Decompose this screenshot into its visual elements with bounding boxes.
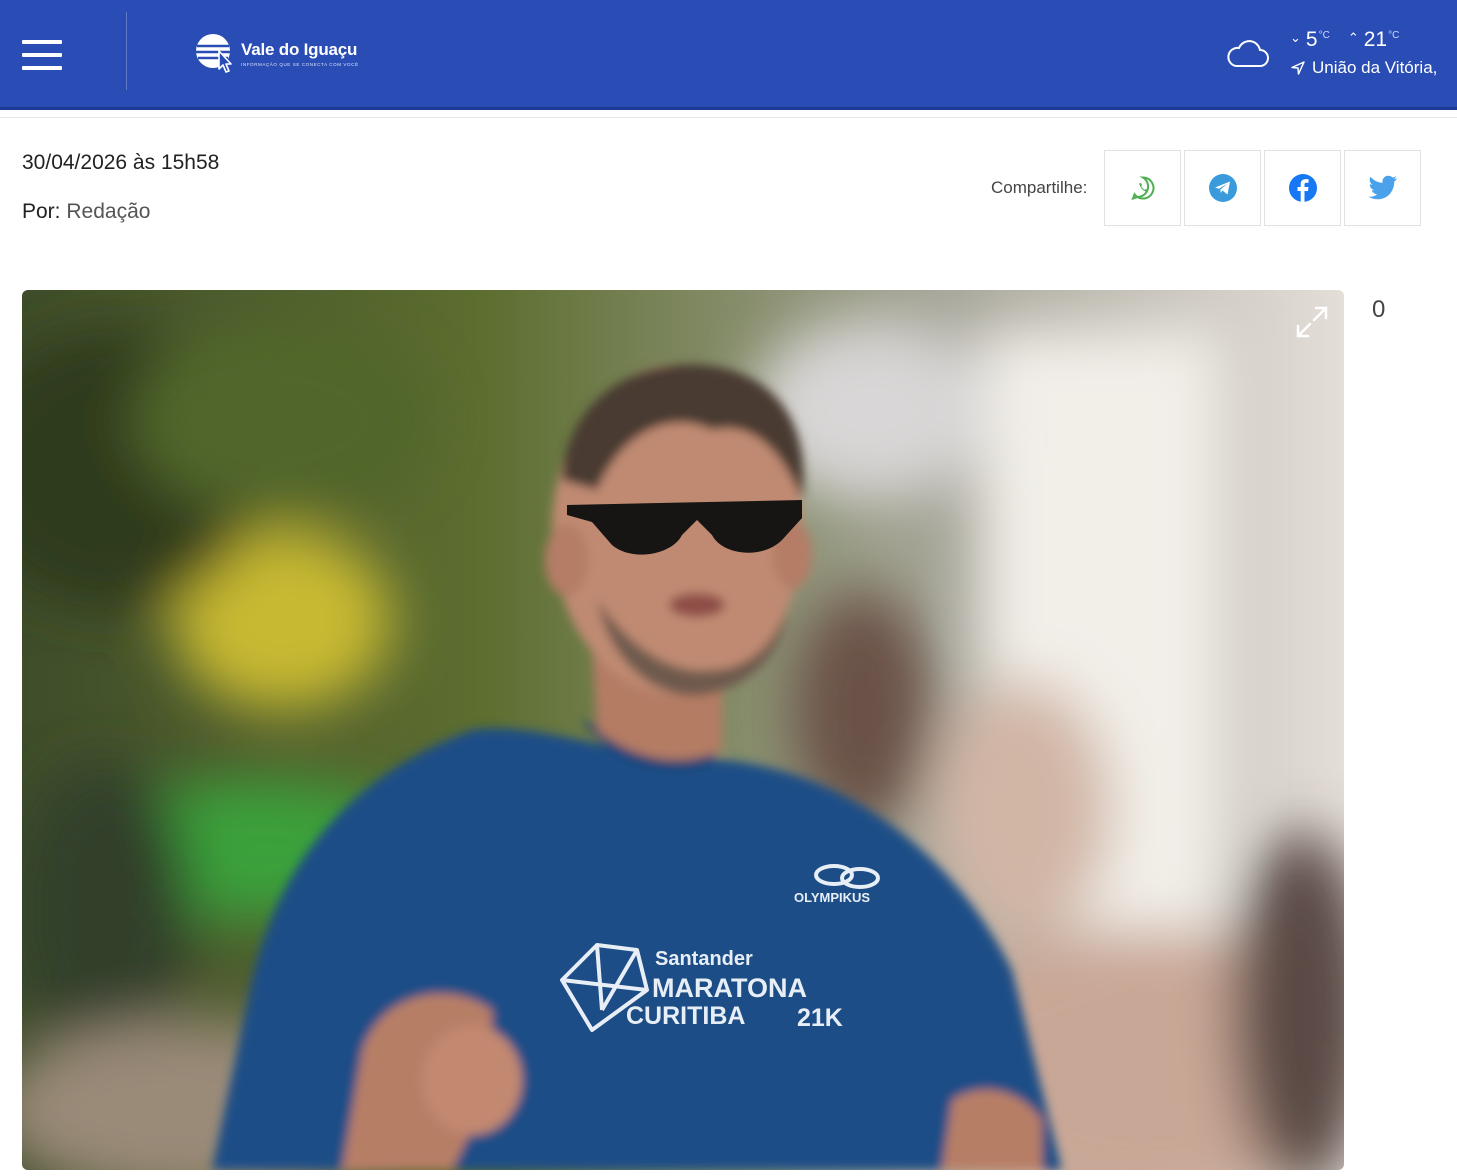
chevron-up-icon: ⌃ — [1347, 30, 1359, 45]
share-facebook-button[interactable] — [1264, 150, 1342, 226]
author-label: Por: — [22, 200, 61, 223]
logo-tagline: INFORMAÇÃO QUE SE CONECTA COM VOCÊ — [241, 61, 359, 67]
author-name: Redação — [66, 200, 151, 223]
share-twitter-button[interactable] — [1344, 150, 1422, 226]
article-date: 30/04/2026 às 15h58 — [22, 151, 220, 174]
chevron-down-icon: ⌄ — [1290, 30, 1301, 45]
location-arrow-icon — [1291, 61, 1305, 75]
min-temp: 5 — [1305, 28, 1318, 51]
share-telegram-button[interactable] — [1184, 150, 1262, 226]
header-separator — [0, 117, 1457, 118]
runner-photo: OLYMPIKUS Santander MARATONA CURITIBA 21… — [22, 290, 1344, 1170]
shirt-line1: MARATONA — [652, 973, 807, 1003]
min-temp-unit: °C — [1318, 30, 1330, 41]
article-author: Por: Redação — [22, 200, 150, 224]
shirt-line2: CURITIBA — [626, 1002, 745, 1030]
twitter-icon — [1368, 175, 1397, 200]
cloud-icon — [1227, 40, 1269, 67]
temperature-range: ⌄ 5 °C ⌃ 21 °C — [1290, 28, 1399, 52]
telegram-icon — [1208, 174, 1237, 202]
max-temp: 21 — [1363, 28, 1388, 51]
facebook-icon — [1288, 174, 1317, 202]
globe-cursor-icon — [196, 34, 232, 73]
article-photo[interactable]: OLYMPIKUS Santander MARATONA CURITIBA 21… — [22, 290, 1344, 1170]
share-label: Compartilhe: — [991, 178, 1088, 197]
shirt-distance: 21K — [797, 1004, 843, 1032]
weather-widget: ⌄ 5 °C ⌃ 21 °C União da Vitória, — [1224, 26, 1457, 86]
max-temp-unit: °C — [1388, 30, 1400, 41]
site-logo[interactable]: Vale do Iguaçu INFORMAÇÃO QUE SE CONECTA… — [193, 30, 393, 76]
location-name: União da Vitória, — [1312, 58, 1438, 77]
site-header: Vale do Iguaçu INFORMAÇÃO QUE SE CONECTA… — [0, 0, 1457, 110]
weather-location[interactable]: União da Vitória, — [1290, 58, 1437, 78]
whatsapp-icon — [1131, 176, 1155, 201]
expand-icon[interactable] — [1294, 304, 1330, 340]
logo-title: Vale do Iguaçu — [241, 39, 358, 59]
shirt-sponsor: Santander — [655, 948, 753, 970]
header-divider — [126, 12, 127, 90]
share-bar: Compartilhe: — [991, 150, 1424, 226]
hamburger-icon[interactable] — [22, 40, 62, 70]
share-whatsapp-button[interactable] — [1104, 150, 1182, 226]
shirt-brand: OLYMPIKUS — [794, 890, 870, 905]
side-counter: 0 — [1372, 296, 1386, 323]
